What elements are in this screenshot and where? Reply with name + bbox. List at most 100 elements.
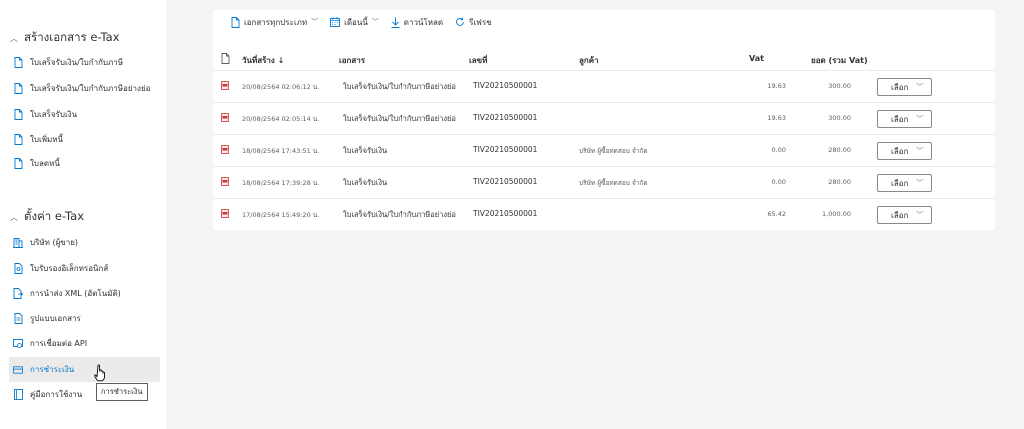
pdf-file-icon [221,177,229,186]
cell-vat: 65.42 [767,210,786,218]
cell-document: ใบเสร็จรับเงิน/ใบกำกับภาษีอย่างย่อ [343,82,456,91]
table-row[interactable]: 18/08/2564 17:39:28 น. ใบเสร็จรับเงิน TI… [213,166,995,198]
cell-total: 300.00 [828,114,851,122]
download-button[interactable]: ดาวน์โหลด [391,16,443,29]
table-row[interactable]: 20/08/2564 02:06:12 น. ใบเสร็จรับเงิน/ใบ… [213,70,995,102]
sidebar-item-xml-submission[interactable]: การนำส่ง XML (อัตโนมัติ) [9,281,160,306]
sidebar-item-document-template[interactable]: รูปแบบเอกสาร [9,306,160,331]
cell-document: ใบเสร็จรับเงิน [343,178,388,187]
select-action-button[interactable]: เลือก ﹀ [877,142,932,160]
chevron-down-icon: ﹀ [916,147,924,155]
download-label: ดาวน์โหลด [403,17,444,27]
sidebar-item-abbreviated-invoice[interactable]: ใบเสร็จรับเงิน/ใบกำกับภาษีอย่างย่อ [9,76,160,101]
document-icon [13,134,23,146]
sidebar: ︿ สร้างเอกสาร e-Tax ใบเสร็จรับเงิน/ใบกำก… [0,0,166,429]
sidebar-item-certificate[interactable]: ใบรับรองอิเล็กทรอนิกส์ [9,256,160,281]
document-type-label: เอกสารทุกประเภท [244,17,308,27]
sidebar-item-label: ใบรับรองอิเล็กทรอนิกส์ [30,264,109,273]
book-icon [13,389,23,401]
section-settings-title: ตั้งค่า e-Tax [24,209,85,223]
cell-created: 18/08/2564 17:43:51 น. [242,147,320,155]
header-vat[interactable]: Vat [749,54,764,63]
select-action-button[interactable]: เลือก ﹀ [877,78,932,96]
chevron-up-icon: ︿ [10,212,18,222]
cell-number: TIV20210500001 [473,145,538,154]
cell-document: ใบเสร็จรับเงิน/ใบกำกับภาษีอย่างย่อ [343,210,456,219]
file-type-header-icon [221,53,230,64]
month-label: เดือนนี้ [344,17,368,27]
sidebar-item-label: การเชื่อมต่อ API [30,339,88,348]
cell-number: TIV20210500001 [473,177,538,186]
header-customer[interactable]: ลูกค้า [579,54,599,67]
cell-total: 280.00 [828,178,851,186]
sidebar-item-tax-invoice[interactable]: ใบเสร็จรับเงิน/ใบกำกับภาษี [9,50,160,75]
document-icon [13,109,23,121]
sidebar-item-label: คู่มือการใช้งาน [30,390,83,399]
select-label: เลือก [891,114,909,124]
table-row[interactable]: 17/08/2564 15:49:20 น. ใบเสร็จรับเงิน/ใบ… [213,198,995,230]
header-created[interactable]: วันที่สร้าง ↓ [242,54,284,67]
sidebar-item-company[interactable]: บริษัท (ผู้ขาย) [9,230,160,255]
refresh-label: รีเฟรช [469,17,492,27]
table-row[interactable]: 20/08/2564 02:05:14 น. ใบเสร็จรับเงิน/ใบ… [213,102,995,134]
sidebar-item-credit-note[interactable]: ใบลดหนี้ [9,151,160,176]
payment-tooltip: การชำระเงิน [96,383,148,401]
table-row[interactable]: 18/08/2564 17:43:51 น. ใบเสร็จรับเงิน TI… [213,134,995,166]
section-create-header[interactable]: ︿ สร้างเอกสาร e-Tax [10,29,120,47]
pdf-file-icon [221,145,229,154]
header-total[interactable]: ยอด (รวม Vat) [811,54,868,67]
sidebar-item-debit-note[interactable]: ใบเพิ่มหนี้ [9,127,160,152]
template-icon [13,313,23,325]
document-icon [13,57,23,69]
select-action-button[interactable]: เลือก ﹀ [877,174,932,192]
cell-vat: 19.63 [767,82,786,90]
chevron-down-icon: ﹀ [916,83,924,91]
select-action-button[interactable]: เลือก ﹀ [877,206,932,224]
cell-number: TIV20210500001 [473,113,538,122]
calendar-icon [330,17,341,27]
cell-total: 280.00 [828,146,851,154]
cell-number: TIV20210500001 [473,209,538,218]
download-icon [391,17,400,28]
sidebar-item-label: ใบเสร็จรับเงิน/ใบกำกับภาษี [30,58,124,67]
sidebar-item-label: รูปแบบเอกสาร [30,314,81,323]
sidebar-item-label: ใบเสร็จรับเงิน/ใบกำกับภาษีอย่างย่อ [30,84,151,93]
chevron-down-icon: ﹀ [916,115,924,123]
sidebar-item-label: การชำระเงิน [30,365,75,374]
cell-total: 1,000.00 [822,210,851,218]
table-header: วันที่สร้าง ↓ เอกสาร เลขที่ ลูกค้า Vat ย… [213,48,995,70]
select-action-button[interactable]: เลือก ﹀ [877,110,932,128]
sidebar-item-label: บริษัท (ผู้ขาย) [30,238,79,247]
pdf-file-icon [221,113,229,122]
sidebar-item-payment[interactable]: การชำระเงิน [9,357,160,382]
document-icon [231,16,240,28]
credit-card-icon [13,364,23,376]
section-settings-header[interactable]: ︿ ตั้งค่า e-Tax [10,208,84,226]
header-number[interactable]: เลขที่ [469,54,487,67]
document-type-filter[interactable]: เอกสารทุกประเภท ﹀ [231,16,318,29]
pdf-file-icon [221,81,229,90]
sidebar-item-api[interactable]: การเชื่อมต่อ API [9,331,160,356]
section-create-title: สร้างเอกสาร e-Tax [24,30,120,44]
cell-vat: 0.00 [771,178,786,186]
chevron-down-icon: ﹀ [311,18,319,26]
sidebar-item-label: ใบเสร็จรับเงิน [30,110,78,119]
header-document[interactable]: เอกสาร [339,54,365,67]
refresh-button[interactable]: รีเฟรช [455,16,492,29]
cell-number: TIV20210500001 [473,81,538,90]
sidebar-item-label: การนำส่ง XML (อัตโนมัติ) [30,289,121,298]
command-bar: เอกสารทุกประเภท ﹀ เดือนนี้ ﹀ ดาวน์โหลด ร… [213,10,492,34]
cell-customer: บริษัท ผู้ซื้อทดสอบ จำกัด [579,179,648,187]
cell-created: 17/08/2564 15:49:20 น. [242,211,320,219]
sidebar-item-label: ใบเพิ่มหนี้ [30,135,64,144]
select-label: เลือก [891,178,909,188]
document-icon [13,83,23,95]
api-settings-icon [13,338,23,350]
cell-customer: บริษัท ผู้ซื้อทดสอบ จำกัด [579,147,648,155]
sidebar-item-label: ใบลดหนี้ [30,159,60,168]
cell-created: 20/08/2564 02:06:12 น. [242,83,320,91]
cell-vat: 19.63 [767,114,786,122]
sidebar-item-receipt[interactable]: ใบเสร็จรับเงิน [9,102,160,127]
select-label: เลือก [891,146,909,156]
month-filter[interactable]: เดือนนี้ ﹀ [330,16,379,29]
